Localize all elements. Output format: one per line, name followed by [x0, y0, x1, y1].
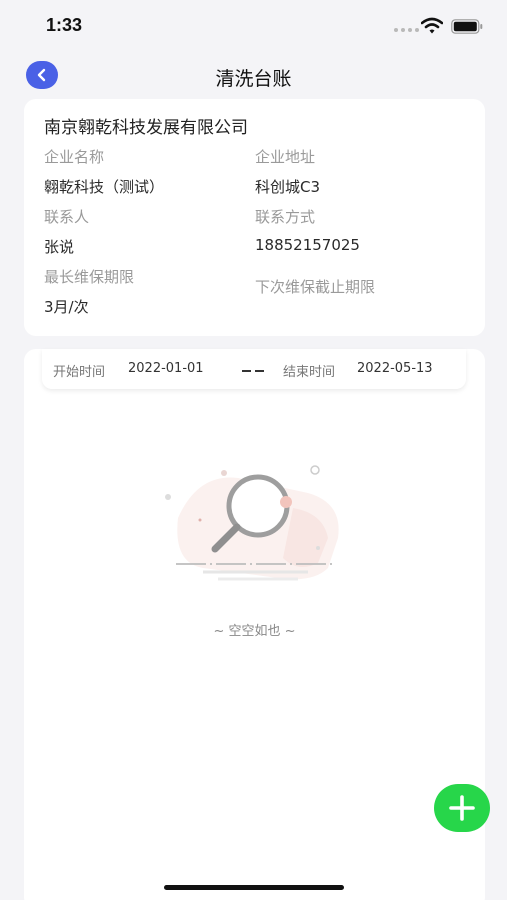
status-bar: 1:33	[0, 0, 507, 52]
end-date-label: 结束时间	[283, 365, 336, 380]
plus-icon	[449, 795, 475, 821]
max-maintenance-label: 最长维保期限	[44, 268, 135, 286]
empty-state-text: ~ 空空如也 ~	[213, 624, 296, 639]
contact-label: 联系人	[44, 208, 90, 226]
status-time: 1:33	[46, 15, 83, 35]
enterprise-name-label: 企业名称	[44, 148, 105, 166]
contact-method-label: 联系方式	[255, 208, 316, 226]
add-record-button[interactable]	[434, 784, 490, 832]
wifi-icon	[421, 17, 443, 34]
date-separator	[242, 370, 264, 372]
page-title: 清洗台账	[215, 68, 292, 90]
next-deadline-label: 下次维保截止期限	[255, 278, 376, 296]
records-card: 开始时间 2022-01-01 结束时间 2022-05-13 ~ 空空如也 ~	[24, 349, 485, 900]
signal-icon	[394, 28, 419, 32]
contact-method-value: 18852157025	[255, 236, 360, 254]
battery-icon	[451, 19, 483, 34]
enterprise-name-value: 翱乾科技（测试）	[44, 178, 165, 196]
start-date-label: 开始时间	[53, 365, 106, 380]
date-range-filter: 开始时间 2022-01-01 结束时间 2022-05-13	[42, 349, 466, 389]
company-name: 南京翱乾科技发展有限公司	[44, 118, 248, 138]
enterprise-address-value: 科创城C3	[255, 178, 321, 196]
magnifier-empty-icon	[165, 465, 339, 581]
start-date-picker[interactable]: 2022-01-01	[128, 361, 204, 376]
home-indicator	[164, 885, 344, 890]
max-maintenance-value: 3月/次	[44, 298, 89, 316]
end-date-picker[interactable]: 2022-05-13	[357, 361, 433, 376]
nav-bar: 清洗台账	[0, 52, 507, 100]
company-info-card: 南京翱乾科技发展有限公司 企业名称 企业地址 翱乾科技（测试） 科创城C3 联系…	[24, 99, 485, 336]
contact-value: 张说	[44, 238, 75, 256]
enterprise-address-label: 企业地址	[255, 148, 316, 166]
